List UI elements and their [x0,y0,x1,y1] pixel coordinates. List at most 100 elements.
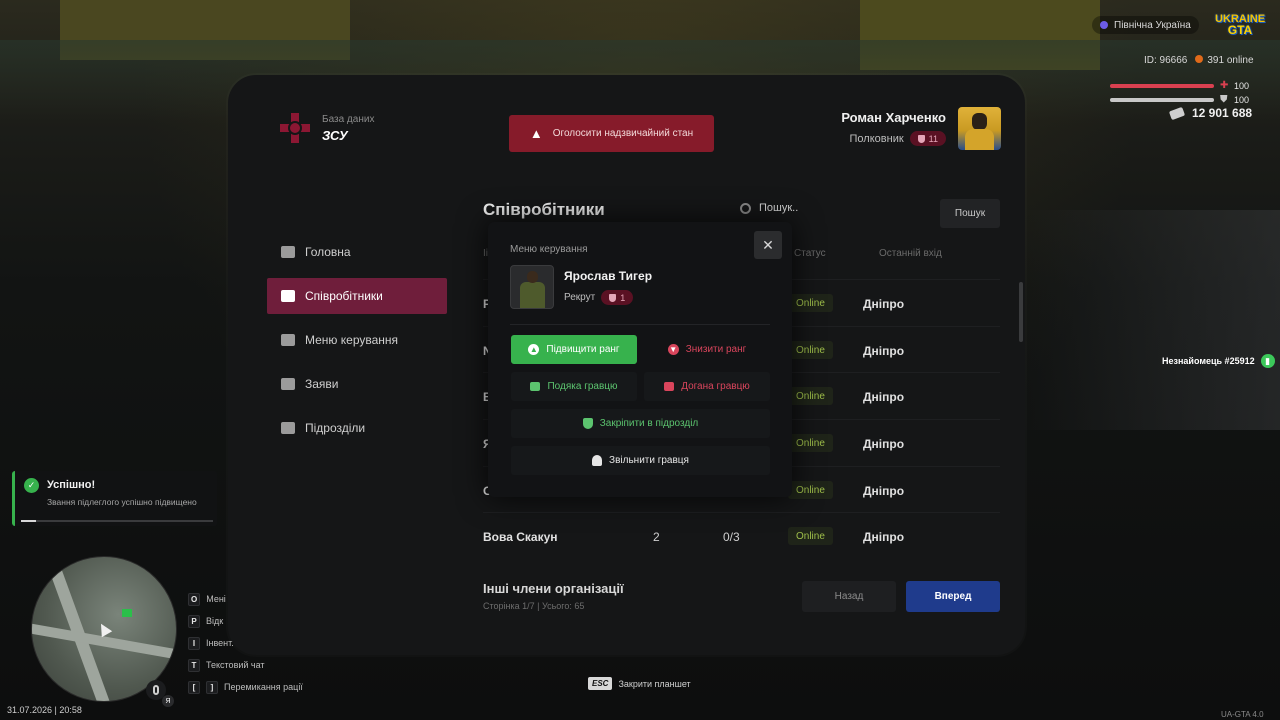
armor-bar [1110,98,1214,102]
shield-icon [917,134,925,143]
thumbs-down-icon [664,382,675,391]
key-hint: O Мені [188,588,303,610]
status-badge: Online [788,434,833,452]
user-name: Роман Харченко [841,110,946,125]
page-info: Сторінка 1/7 | Усього: 65 [483,601,585,611]
npc-name: Незнайомець #25912 [1162,356,1255,366]
employee-warns: 0/3 [723,530,740,544]
armor-value: 100 [1234,95,1250,105]
user-rank-line: Полковник 11 [841,131,946,146]
health-icon: ✚ [1220,80,1229,91]
road [1020,210,1280,430]
key-hint: P Відк [188,610,303,632]
npc-nametag: Незнайомець #25912 ▮ [1162,354,1275,368]
employee-city: Дніпро [863,530,905,544]
user-profile: Роман Харченко Полковник 11 [841,110,946,146]
health-bar [1110,84,1214,88]
arrow-down-icon: ▼ [667,344,679,355]
nav-item-control-menu[interactable]: Меню керування [267,322,447,358]
money-value: 12 901 688 [1192,106,1253,120]
nav-item-label: Меню керування [305,333,399,347]
key-hint: I Інвент. [188,632,303,654]
key-label: Текстовий чат [206,660,265,670]
search-button[interactable]: Пошук [940,199,1000,228]
user-remove-icon [592,455,603,466]
reprimand-label: Догана гравцю [681,381,750,392]
target-rank: Рекрут [564,292,596,303]
assign-label: Закріпити в підрозділ [599,418,699,429]
next-button[interactable]: Вперед [906,581,1000,612]
demote-label: Знизити ранг [685,344,747,355]
key-label: Інвент. [206,638,234,648]
page-title: Співробітники [483,200,605,219]
org-brand: База даних ЗСУ [280,113,374,143]
other-members-title: Інші члени організації [483,581,624,596]
target-rank-line: Рекрут 1 [564,290,634,305]
key-cap: O [188,592,201,606]
key-label: Відк [206,616,224,626]
back-button[interactable]: Назад [802,581,896,612]
notification-progress [21,520,213,522]
nav-item-applications[interactable]: Заяви [267,366,447,402]
gear-icon [281,334,295,346]
rank-level: 11 [928,133,938,144]
health-value: 100 [1234,81,1250,91]
rank-badge: 11 [909,131,946,146]
target-avatar [510,265,554,309]
scrollbar[interactable] [1019,282,1023,342]
nav-item-label: Співробітники [305,289,383,303]
assign-division-button[interactable]: Закріпити в підрозділ [511,409,770,438]
search-field[interactable]: Пошук.. [740,202,798,214]
key-cap: ] [206,680,218,694]
emergency-button[interactable]: ▲ Оголосити надзвичайний стан [509,115,714,152]
key-cap: P [188,614,200,628]
demote-button[interactable]: ▼ Знизити ранг [644,335,770,364]
status-badge: Online [788,387,833,405]
key-label: Перемикання рації [224,682,303,692]
table-row[interactable]: Вова Скакун 2 0/3 Online Дніпро [483,512,1000,558]
employee-city: Дніпро [863,344,905,358]
search-icon [740,202,751,214]
control-modal: Меню керування ✕ Ярослав Тигер Рекрут 1 … [488,222,792,497]
arrow-up-icon: ▲ [528,344,540,355]
modal-title: Меню керування [510,244,588,255]
key-hint: T Текстовий чат [188,654,303,676]
home-icon [281,246,295,258]
status-badge: Online [788,481,833,499]
rank-level: 1 [620,292,626,303]
player-id: ID: 96666 [1144,55,1188,66]
status-badge: Online [788,527,833,545]
nav-item-home[interactable]: Головна [267,234,447,270]
emergency-label: Оголосити надзвичайний стан [552,128,694,139]
online-count-text: 391 online [1207,55,1254,66]
reprimand-button[interactable]: Догана гравцю [644,372,770,401]
employee-rank: 2 [653,530,660,544]
cross-emblem-icon [280,113,310,143]
thanks-button[interactable]: Подяка гравцю [511,372,637,401]
employee-city: Дніпро [863,297,905,311]
fire-player-button[interactable]: Звільнити гравця [511,446,770,475]
online-icon [1195,55,1204,63]
close-tablet-hint: ESC Закрити планшет [588,677,691,690]
org-name: ЗСУ [322,127,348,143]
promote-button[interactable]: ▲ Підвищити ранг [511,335,637,364]
warning-icon: ▲ [529,126,543,141]
employee-city: Дніпро [863,437,905,451]
close-icon[interactable]: ✕ [754,231,782,259]
nav-item-divisions[interactable]: Підрозділи [267,410,447,446]
check-icon: ✓ [24,478,39,493]
datetime: 31.07.2026 | 20:58 [7,705,82,715]
server-icon [1100,21,1108,29]
online-count: 391 online [1195,55,1254,66]
esc-label: Закрити планшет [618,678,691,689]
thumbs-up-icon [530,382,541,391]
user-rank: Полковник [849,132,904,145]
target-name: Ярослав Тигер [564,269,653,283]
nav-item-employees[interactable]: Співробітники [267,278,447,314]
db-label: База даних [322,113,375,125]
server-name: Північна Україна [1114,19,1191,31]
money-display: 12 901 688 [1168,106,1253,120]
column-last-login: Останній вхід [879,248,942,259]
search-input[interactable]: Пошук.. [759,202,798,214]
employee-name: Вова Скакун [483,530,558,544]
